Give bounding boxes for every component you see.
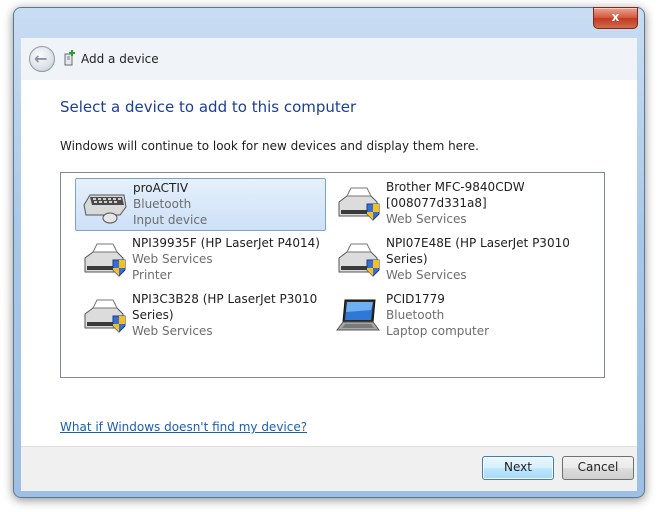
device-name: NPI3C3B28 (HP LaserJet P3010 (132, 292, 318, 306)
device-category: Printer (132, 268, 172, 282)
device-name: NPI07E48E (HP LaserJet P3010 (386, 236, 570, 250)
device-text: proACTIV Bluetooth Input device (133, 180, 333, 228)
device-item-npi39935f[interactable]: NPI39935F (HP LaserJet P4014) Web Servic… (75, 234, 325, 286)
device-id: [008077d331a8] (386, 196, 487, 210)
window-title: Add a device (81, 52, 159, 66)
device-text: Brother MFC-9840CDW [008077d331a8] Web S… (386, 179, 586, 227)
device-item-npi3c3b28[interactable]: NPI3C3B28 (HP LaserJet P3010 Series) Web… (75, 290, 325, 342)
page-heading: Select a device to add to this computer (60, 98, 357, 116)
next-button[interactable]: Next (482, 456, 554, 480)
header-bar: ← Add a device (21, 38, 637, 80)
device-name: PCID1779 (386, 292, 445, 306)
device-connection: Bluetooth (133, 197, 192, 211)
device-category: Laptop computer (386, 324, 490, 338)
content-area: Select a device to add to this computer … (21, 80, 637, 446)
device-category: Input device (133, 213, 208, 227)
device-name: Brother MFC-9840CDW (386, 180, 525, 194)
device-text: NPI07E48E (HP LaserJet P3010 Series) Web… (386, 235, 586, 283)
printer-icon (338, 243, 380, 277)
add-device-icon (64, 50, 75, 66)
printer-icon (338, 187, 380, 221)
device-text: NPI3C3B28 (HP LaserJet P3010 Series) Web… (132, 291, 332, 339)
add-device-window: x ← Add a device Select a device to add … (13, 7, 645, 498)
device-item-npi07e48e[interactable]: NPI07E48E (HP LaserJet P3010 Series) Web… (329, 234, 579, 286)
laptop-icon (336, 299, 380, 331)
button-bar: Next Cancel (21, 446, 637, 491)
page-description: Windows will continue to look for new de… (60, 139, 479, 153)
printer-icon (84, 243, 126, 277)
device-name-continued: Series) (132, 308, 174, 322)
keyboard-mouse-icon (83, 194, 127, 224)
help-link[interactable]: What if Windows doesn't find my device? (60, 420, 307, 434)
device-connection: Web Services (386, 212, 467, 226)
device-connection: Web Services (386, 268, 467, 282)
back-arrow-icon: ← (34, 49, 48, 68)
device-list[interactable]: proACTIV Bluetooth Input device Brother … (60, 172, 605, 378)
device-name: NPI39935F (HP LaserJet P4014) (132, 236, 320, 250)
device-name-continued: Series) (386, 252, 428, 266)
device-text: PCID1779 Bluetooth Laptop computer (386, 291, 586, 339)
device-item-proactiv[interactable]: proACTIV Bluetooth Input device (75, 178, 326, 231)
device-connection: Web Services (132, 324, 213, 338)
device-item-pcid1779[interactable]: PCID1779 Bluetooth Laptop computer (329, 290, 579, 342)
device-item-brother[interactable]: Brother MFC-9840CDW [008077d331a8] Web S… (329, 178, 579, 230)
device-connection: Bluetooth (386, 308, 445, 322)
close-button[interactable]: x (593, 7, 638, 29)
printer-icon (84, 299, 126, 333)
device-text: NPI39935F (HP LaserJet P4014) Web Servic… (132, 235, 332, 283)
device-name: proACTIV (133, 181, 189, 195)
close-icon: x (611, 10, 620, 24)
device-connection: Web Services (132, 252, 213, 266)
cancel-button[interactable]: Cancel (562, 456, 634, 480)
back-button[interactable]: ← (29, 46, 55, 72)
